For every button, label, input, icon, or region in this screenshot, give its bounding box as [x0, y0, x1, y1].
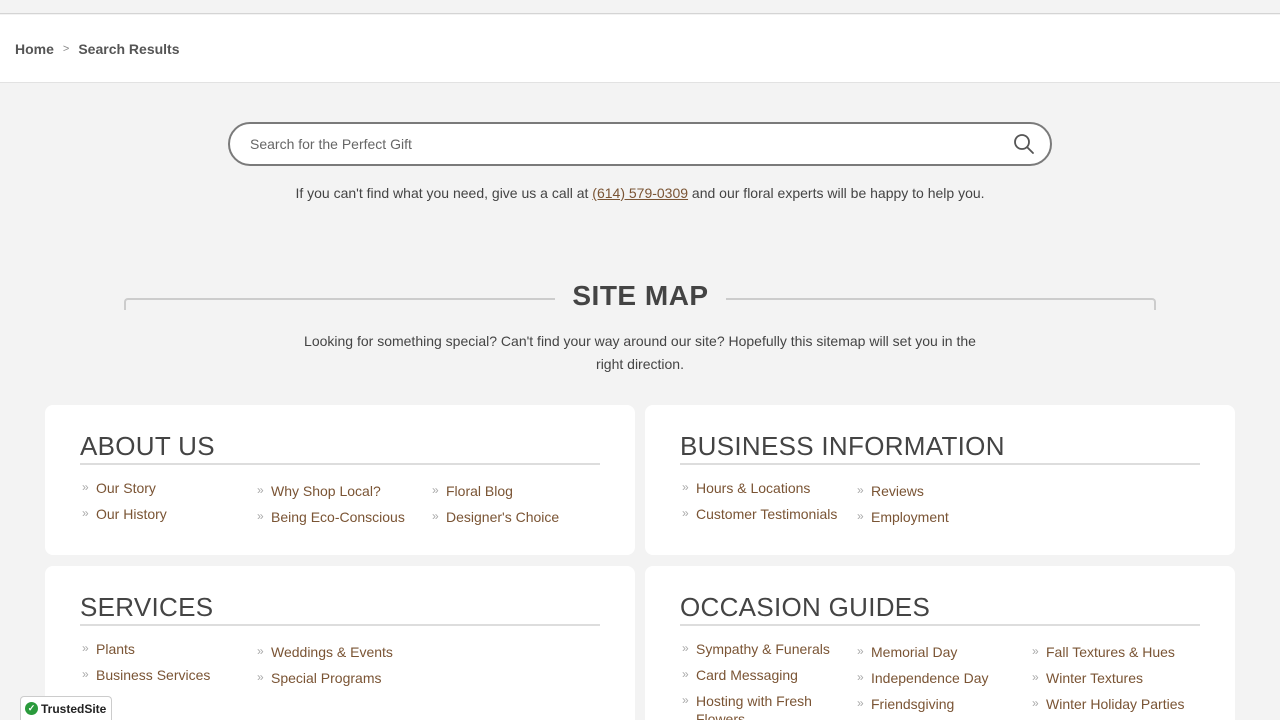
help-text-after: and our floral experts will be happy to …	[688, 185, 985, 201]
help-text: If you can't find what you need, give us…	[290, 182, 990, 205]
link-winter-holiday-parties[interactable]: Winter Holiday Parties	[1032, 694, 1207, 720]
breadcrumb-current: Search Results	[78, 41, 180, 57]
business-col-1: Hours & Locations Customer Testimonials	[682, 478, 857, 534]
link-reviews[interactable]: Reviews	[857, 481, 1032, 508]
breadcrumb-home-link[interactable]: Home	[15, 41, 54, 57]
link-memorial-day[interactable]: Memorial Day	[857, 642, 1032, 669]
search-icon[interactable]	[1012, 132, 1036, 156]
link-our-history[interactable]: Our History	[82, 504, 257, 531]
about-us-links: Our Story Our History Why Shop Local? Be…	[82, 478, 607, 534]
services-col-2: Weddings & Events Special Programs	[257, 642, 432, 695]
services-card: SERVICES Plants Business Services Weddin…	[45, 566, 635, 720]
help-text-before: If you can't find what you need, give us…	[295, 185, 593, 201]
services-links: Plants Business Services Weddings & Even…	[82, 639, 432, 695]
about-us-col-2: Why Shop Local? Being Eco-Conscious	[257, 481, 432, 534]
link-weddings-events[interactable]: Weddings & Events	[257, 642, 432, 669]
link-special-programs[interactable]: Special Programs	[257, 668, 432, 695]
sitemap-divider-left	[124, 298, 555, 310]
link-business-services[interactable]: Business Services	[82, 665, 257, 692]
link-plants[interactable]: Plants	[82, 639, 257, 666]
trustedsite-badge[interactable]: ✓ TrustedSite	[20, 696, 112, 720]
sitemap-title: SITE MAP	[572, 280, 709, 311]
about-us-col-1: Our Story Our History	[82, 478, 257, 534]
link-designers-choice[interactable]: Designer's Choice	[432, 507, 607, 534]
occasion-guides-heading: OCCASION GUIDES	[680, 592, 1200, 626]
link-friendsgiving[interactable]: Friendsgiving	[857, 694, 1032, 720]
about-us-heading: ABOUT US	[80, 431, 600, 465]
search-box	[228, 122, 1052, 166]
link-winter-textures[interactable]: Winter Textures	[1032, 668, 1207, 695]
link-independence-day[interactable]: Independence Day	[857, 668, 1032, 695]
top-bar	[0, 0, 1280, 14]
trustedsite-label: TrustedSite	[41, 701, 107, 716]
business-information-links: Hours & Locations Customer Testimonials …	[682, 478, 1032, 534]
link-floral-blog[interactable]: Floral Blog	[432, 481, 607, 508]
business-information-card: BUSINESS INFORMATION Hours & Locations C…	[645, 405, 1235, 555]
link-sympathy-funerals[interactable]: Sympathy & Funerals	[682, 639, 857, 666]
occasion-col-1: Sympathy & Funerals Card Messaging Hosti…	[682, 639, 857, 720]
link-fall-textures-hues[interactable]: Fall Textures & Hues	[1032, 642, 1207, 669]
sitemap-description: Looking for something special? Can't fin…	[304, 333, 976, 372]
link-hosting-fresh-flowers[interactable]: Hosting with Fresh Flowers	[682, 691, 857, 720]
link-employment[interactable]: Employment	[857, 507, 1032, 534]
services-col-1: Plants Business Services	[82, 639, 257, 695]
occasion-guides-links: Sympathy & Funerals Card Messaging Hosti…	[682, 639, 1207, 720]
check-icon: ✓	[25, 702, 38, 715]
link-customer-testimonials[interactable]: Customer Testimonials	[682, 504, 857, 531]
breadcrumb: Home > Search Results	[15, 41, 180, 57]
link-hours-locations[interactable]: Hours & Locations	[682, 478, 857, 505]
occasion-guides-card: OCCASION GUIDES Sympathy & Funerals Card…	[645, 566, 1235, 720]
about-us-card: ABOUT US Our Story Our History Why Shop …	[45, 405, 635, 555]
link-our-story[interactable]: Our Story	[82, 478, 257, 505]
link-card-messaging[interactable]: Card Messaging	[682, 665, 857, 692]
about-us-col-3: Floral Blog Designer's Choice	[432, 481, 607, 534]
phone-link[interactable]: (614) 579-0309	[592, 185, 688, 201]
business-information-heading: BUSINESS INFORMATION	[680, 431, 1200, 465]
breadcrumb-bar: Home > Search Results	[0, 15, 1280, 83]
link-being-eco-conscious[interactable]: Being Eco-Conscious	[257, 507, 432, 534]
search-input[interactable]	[250, 133, 990, 155]
sitemap-divider-right	[726, 298, 1156, 310]
business-col-2: Reviews Employment	[857, 481, 1032, 534]
services-heading: SERVICES	[80, 592, 600, 626]
occasion-col-3: Fall Textures & Hues Winter Textures Win…	[1032, 642, 1207, 720]
occasion-col-2: Memorial Day Independence Day Friendsgiv…	[857, 642, 1032, 720]
breadcrumb-separator: >	[62, 43, 70, 55]
link-why-shop-local[interactable]: Why Shop Local?	[257, 481, 432, 508]
